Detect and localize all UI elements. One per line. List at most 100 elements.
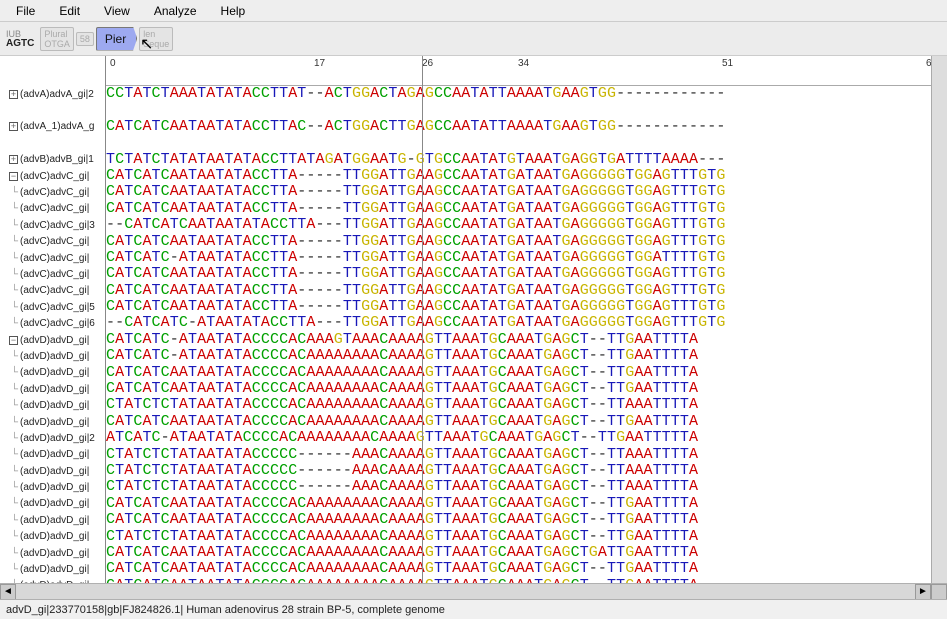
sequence-name-row[interactable]: └(advC)advC_gi|5: [0, 299, 105, 315]
sequence-row[interactable]: CATCATCAATAATATACCTTA-----TTGGATTGAAGCCA…: [106, 168, 931, 184]
faded-btn-1[interactable]: PluralOTGA: [40, 27, 74, 51]
expand-icon[interactable]: +: [9, 90, 18, 99]
menu-edit[interactable]: Edit: [47, 2, 92, 20]
sequence-name-label: (advC)advC_gi|: [20, 187, 105, 198]
sequence-row[interactable]: CATCATCAATAATATACCTTAC--ACTGGACTTGAGCCAA…: [106, 119, 931, 135]
sequence-name-label: (advD)advD_gi|: [20, 335, 105, 346]
sequence-row[interactable]: CATCATCAATAATATACCCCACAAAAAAAACAAAAGTTAA…: [106, 561, 931, 577]
sequence-name-label: (advC)advC_gi|: [20, 269, 105, 280]
horizontal-scrollbar[interactable]: ◄ ►: [0, 583, 947, 599]
sequence-row[interactable]: --CATCATC-ATAATATACCTTA---TTGGATTGAAGCCA…: [106, 315, 931, 331]
sequence-row[interactable]: CTATCTCTATAATATACCCCACAAAAAAAACAAAAGTTAA…: [106, 397, 931, 413]
sequence-row[interactable]: CATCATCAATAATATACCTTA-----TTGGATTGAAGCCA…: [106, 266, 931, 282]
expand-icon[interactable]: +: [9, 155, 18, 164]
sequence-row[interactable]: ATCATC-ATAATATACCCCACAAAAAAAACAAAAGTTAAA…: [106, 430, 931, 446]
sequence-name-row[interactable]: −(advC)advC_gi|: [0, 168, 105, 184]
ruler-tick: 68: [926, 58, 931, 69]
sequence-name-row[interactable]: └(advC)advC_gi|: [0, 266, 105, 282]
sequence-name-row[interactable]: +(advA)advA_gi|2: [0, 86, 105, 102]
sequence-name-row[interactable]: └(advD)advD_gi|: [0, 414, 105, 430]
sequence-name-label: (advD)advD_gi|: [20, 351, 105, 362]
sequence-row[interactable]: CATCATCAATAATATACCTTA-----TTGGATTGAAGCCA…: [106, 283, 931, 299]
expand-icon[interactable]: +: [9, 122, 18, 131]
sequence-name-row[interactable]: └(advD)advD_gi|: [0, 365, 105, 381]
sequence-name-label: (advD)advD_gi|: [20, 482, 105, 493]
faded-btn-2[interactable]: 58: [76, 32, 94, 46]
sequence-name-row[interactable]: └(advC)advC_gi|: [0, 250, 105, 266]
scroll-right-arrow-icon[interactable]: ►: [915, 584, 931, 600]
sequence-name-label: (advD)advD_gi|: [20, 466, 105, 477]
collapse-icon[interactable]: −: [9, 172, 18, 181]
status-text: advD_gi|233770158|gb|FJ824826.1| Human a…: [6, 604, 445, 616]
scroll-left-arrow-icon[interactable]: ◄: [0, 584, 16, 600]
sequence-name-row[interactable]: └(advD)advD_gi|: [0, 479, 105, 495]
sequence-name-row[interactable]: └(advD)advD_gi|: [0, 381, 105, 397]
sequence-row[interactable]: CATCATC-ATAATATACCTTA-----TTGGATTGAAGCCA…: [106, 250, 931, 266]
sequence-name-row[interactable]: └(advD)advD_gi|: [0, 496, 105, 512]
sequence-name-panel[interactable]: +(advA)advA_gi|2+(advA_1)advA_g+(advB)ad…: [0, 56, 106, 599]
sequence-name-row[interactable]: └(advC)advC_gi|: [0, 234, 105, 250]
sequence-name-row[interactable]: +(advA_1)advA_g: [0, 119, 105, 135]
sequence-name-row[interactable]: −(advD)advD_gi|: [0, 332, 105, 348]
sequence-row[interactable]: CATCATC-ATAATATACCCCACAAAGTAAACAAAAGTTAA…: [106, 332, 931, 348]
sequence-name-label: (advC)advC_gi|3: [20, 220, 105, 231]
collapse-icon[interactable]: −: [9, 336, 18, 345]
sequence-name-label: (advD)advD_gi|: [20, 417, 105, 428]
sequence-name-row[interactable]: └(advD)advD_gi|: [0, 447, 105, 463]
sequence-row[interactable]: CTATCTCTATAATATACCCCACAAAAAAAACAAAAGTTAA…: [106, 529, 931, 545]
vertical-scrollbar[interactable]: [931, 56, 947, 599]
sequence-row[interactable]: CATCATCAATAATATACCTTA-----TTGGATTGAAGCCA…: [106, 201, 931, 217]
sequence-row[interactable]: CATCATCAATAATATACCCCACAAAAAAAACAAAAGTTAA…: [106, 512, 931, 528]
ruler: 01726345168: [106, 56, 931, 86]
faded-btn-3[interactable]: lenSeque: [139, 27, 173, 51]
sequence-row[interactable]: CCTATCTAAATATATACCTTAT--ACTGGACTAGAGCCAA…: [106, 86, 931, 102]
sequence-name-row[interactable]: └(advD)advD_gi|: [0, 348, 105, 364]
sequence-row[interactable]: CATCATC-ATAATATACCCCACAAAAAAAACAAAAGTTAA…: [106, 348, 931, 364]
menu-file[interactable]: File: [4, 2, 47, 20]
encoding-toggle[interactable]: IUB AGTC: [6, 29, 34, 49]
sequence-name-row[interactable]: +(advB)advB_gi|1: [0, 152, 105, 168]
sequence-name-row[interactable]: └(advC)advC_gi|: [0, 201, 105, 217]
sequence-row[interactable]: CTATCTCTATAATATACCCCC------AAACAAAAGTTAA…: [106, 447, 931, 463]
sequence-name-row[interactable]: └(advC)advC_gi|6: [0, 315, 105, 331]
sequence-name-label: (advA)advA_gi|2: [20, 89, 105, 100]
sequence-name-row[interactable]: └(advD)advD_gi|: [0, 512, 105, 528]
sequence-name-row[interactable]: └(advC)advC_gi|3: [0, 217, 105, 233]
menu-view[interactable]: View: [92, 2, 142, 20]
sequence-name-row[interactable]: └(advD)advD_gi|: [0, 561, 105, 577]
menu-help[interactable]: Help: [209, 2, 258, 20]
iub-label: IUB: [6, 29, 34, 39]
sequence-row[interactable]: CATCATCAATAATATACCTTA-----TTGGATTGAAGCCA…: [106, 184, 931, 200]
sequence-row[interactable]: TCTATCTATATAATATACCTTATAGATGGAATG-GTGCCA…: [106, 152, 931, 168]
sequence-name-row[interactable]: └(advC)advC_gi|: [0, 184, 105, 200]
sequence-row[interactable]: CATCATCAATAATATACCCCACAAAAAAAACAAAAGTTAA…: [106, 496, 931, 512]
scroll-track[interactable]: [16, 584, 915, 599]
sequence-name-row[interactable]: └(advD)advD_gi|: [0, 545, 105, 561]
ruler-tick: 51: [722, 58, 733, 69]
sequence-row[interactable]: CATCATCAATAATATACCTTA-----TTGGATTGAAGCCA…: [106, 299, 931, 315]
sequence-row[interactable]: --CATCATCAATAATATACCTTA---TTGGATTGAAGCCA…: [106, 217, 931, 233]
pier-button[interactable]: Pier: [96, 27, 137, 51]
sequence-name-row[interactable]: └(advD)advD_gi|2: [0, 430, 105, 446]
sequence-row[interactable]: CATCATCAATAATATACCCCACAAAAAAAACAAAAGTTAA…: [106, 545, 931, 561]
sequence-name-row[interactable]: └(advC)advC_gi|: [0, 283, 105, 299]
sequence-name-label: (advC)advC_gi|5: [20, 302, 105, 313]
sequence-name-label: (advD)advD_gi|: [20, 498, 105, 509]
sequence-row[interactable]: CATCATCAATAATATACCCCACAAAAAAAACAAAAGTTAA…: [106, 381, 931, 397]
sequence-row[interactable]: CTATCTCTATAATATACCCCC------AAACAAAAGTTAA…: [106, 463, 931, 479]
sequence-name-row[interactable]: └(advD)advD_gi|: [0, 463, 105, 479]
sequence-name-label: (advB)advB_gi|1: [20, 154, 105, 165]
toolbar: IUB AGTC PluralOTGA 58 Pier lenSeque: [0, 22, 947, 56]
sequence-name-label: (advD)advD_gi|: [20, 400, 105, 411]
ruler-tick: 0: [110, 58, 116, 69]
sequence-row[interactable]: CATCATCAATAATATACCTTA-----TTGGATTGAAGCCA…: [106, 234, 931, 250]
sequence-name-label: (advC)advC_gi|: [20, 203, 105, 214]
sequence-row[interactable]: CATCATCAATAATATACCCCACAAAAAAAACAAAAGTTAA…: [106, 365, 931, 381]
ruler-tick: 17: [314, 58, 325, 69]
sequence-row[interactable]: CATCATCAATAATATACCCCACAAAAAAAACAAAAGTTAA…: [106, 414, 931, 430]
sequence-name-row[interactable]: └(advD)advD_gi|: [0, 397, 105, 413]
sequence-name-row[interactable]: └(advD)advD_gi|: [0, 529, 105, 545]
alignment-view[interactable]: 01726345168 CCTATCTAAATATATACCTTAT--ACTG…: [106, 56, 931, 599]
sequence-row[interactable]: CTATCTCTATAATATACCCCC------AAACAAAAGTTAA…: [106, 479, 931, 495]
menu-analyze[interactable]: Analyze: [142, 2, 209, 20]
